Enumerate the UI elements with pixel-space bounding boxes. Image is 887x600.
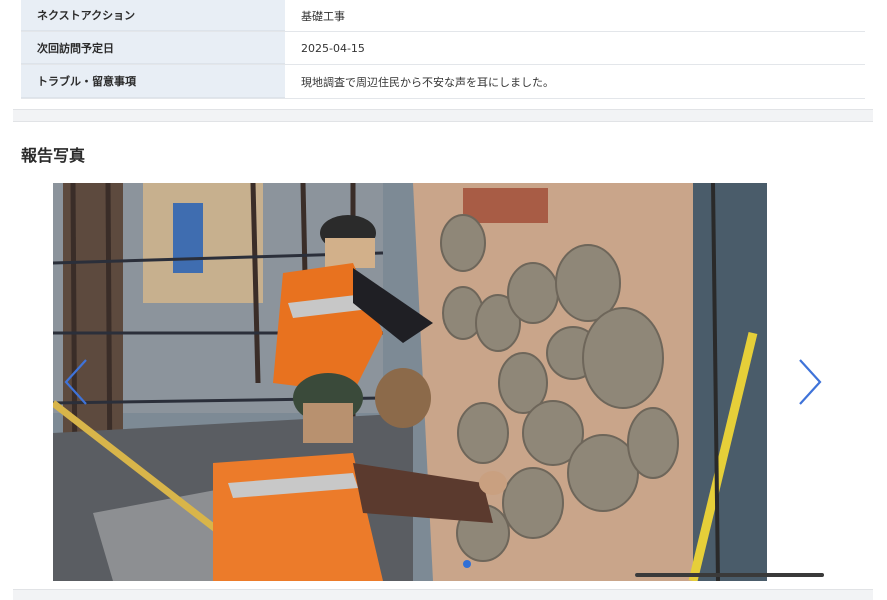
carousel-next-button[interactable]	[792, 356, 826, 408]
chevron-left-icon	[64, 359, 87, 405]
report-photo[interactable]	[53, 183, 767, 581]
detail-label-next-action: ネクストアクション	[21, 0, 285, 31]
detail-value-next-visit-date: 2025-04-15	[301, 41, 365, 55]
detail-label-next-visit-date: 次回訪問予定日	[21, 32, 285, 64]
photos-section-title: 報告写真	[21, 146, 86, 165]
detail-label-trouble-notes: トラブル・留意事項	[21, 65, 285, 98]
section-divider-bottom	[13, 589, 873, 600]
carousel-pagination-dot[interactable]	[463, 560, 471, 568]
photo-carousel[interactable]	[53, 183, 767, 581]
chevron-right-icon	[799, 359, 822, 405]
carousel-prev-button[interactable]	[60, 356, 94, 408]
detail-row-next-visit-date: 次回訪問予定日 2025-04-15	[21, 32, 865, 65]
detail-value-trouble-notes: 現地調査で周辺住民から不安な声を耳にしました。	[301, 75, 554, 89]
detail-row-trouble-notes: トラブル・留意事項 現地調査で周辺住民から不安な声を耳にしました。	[21, 65, 865, 99]
report-detail-table: ネクストアクション 基礎工事 次回訪問予定日 2025-04-15 トラブル・留…	[21, 0, 865, 99]
carousel-scrollbar-thumb[interactable]	[635, 573, 824, 577]
detail-row-next-action: ネクストアクション 基礎工事	[21, 0, 865, 32]
carousel-scrollbar[interactable]	[635, 573, 824, 577]
section-divider	[13, 109, 873, 122]
report-detail-page: ネクストアクション 基礎工事 次回訪問予定日 2025-04-15 トラブル・留…	[0, 0, 887, 600]
detail-value-next-action: 基礎工事	[301, 9, 345, 23]
